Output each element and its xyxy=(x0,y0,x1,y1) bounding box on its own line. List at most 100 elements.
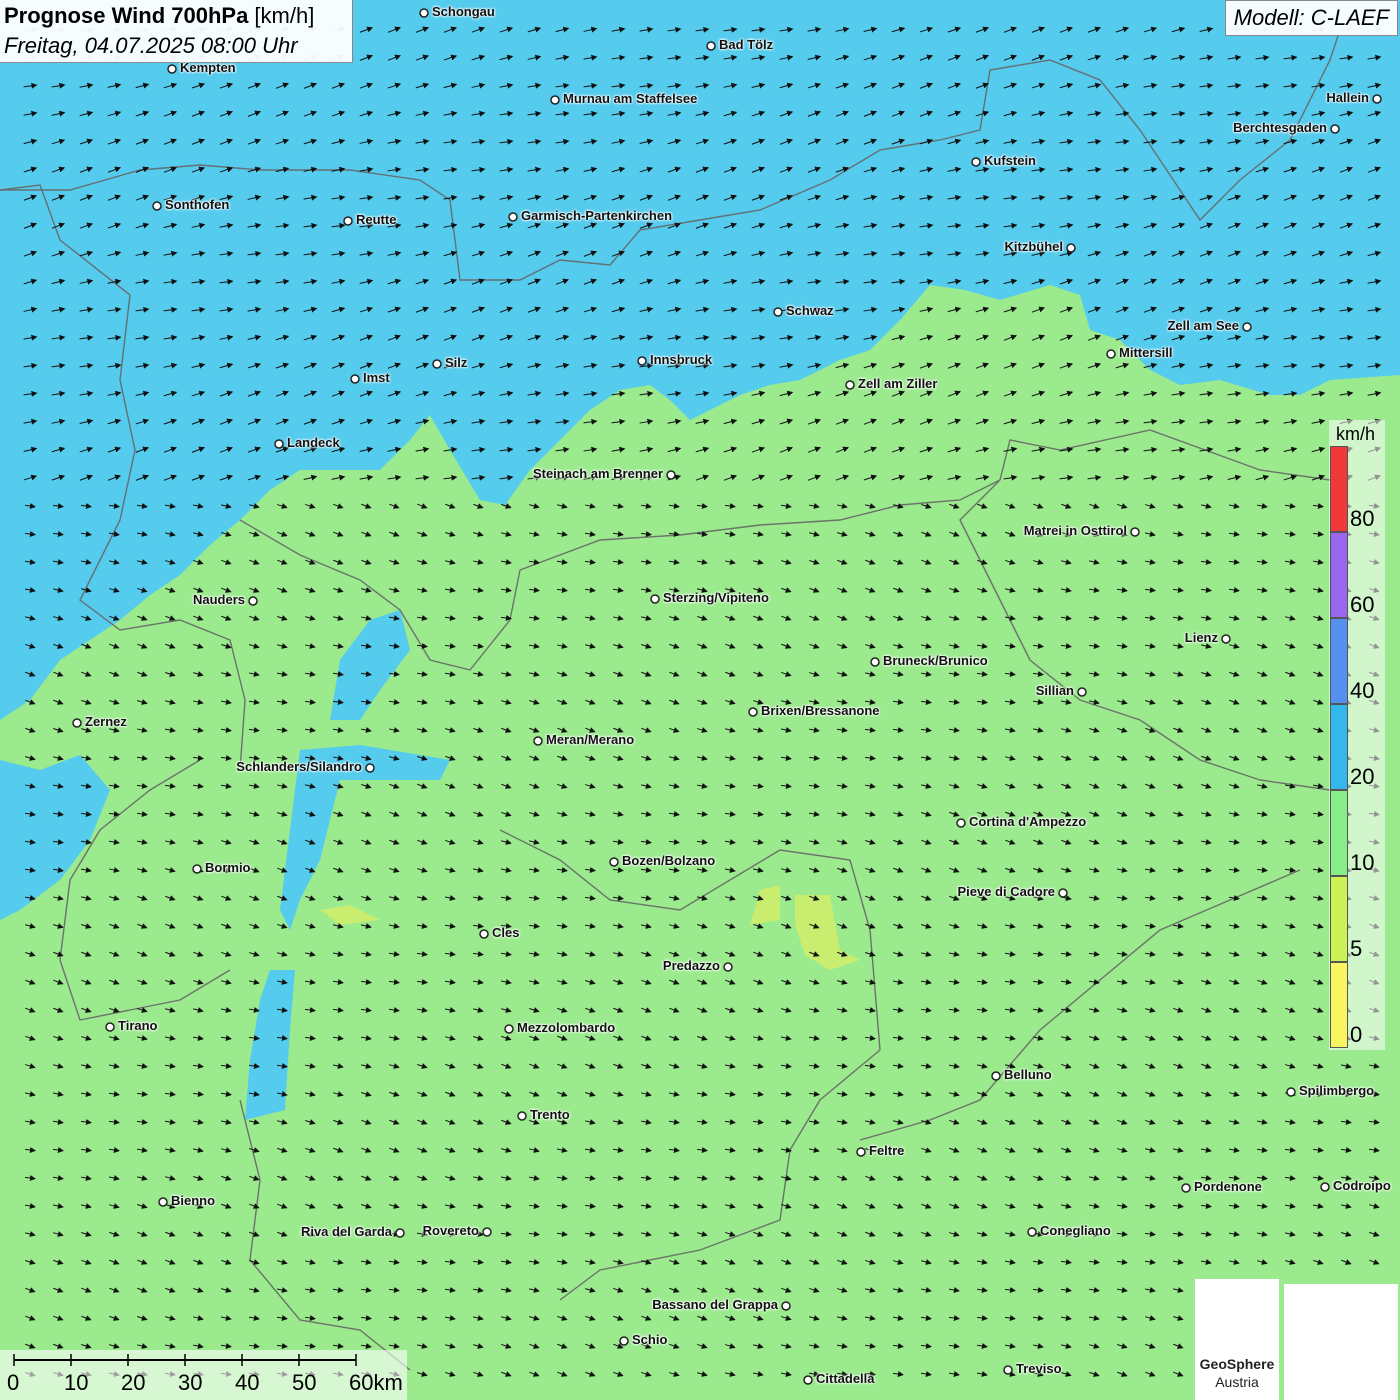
city-marker xyxy=(748,707,758,717)
city-label: Bozen/Bolzano xyxy=(622,853,716,868)
legend-label: 40 xyxy=(1350,678,1375,703)
city-label: Bienno xyxy=(171,1193,216,1208)
city-label: Bruneck/Brunico xyxy=(883,653,988,668)
scale-label: 40 xyxy=(235,1370,260,1395)
city-label: Sterzing/Vipiteno xyxy=(663,590,769,605)
scale-label: 60km xyxy=(349,1370,403,1395)
city-marker xyxy=(1003,1365,1013,1375)
city-marker xyxy=(1320,1182,1330,1192)
legend-label: 0 xyxy=(1350,1022,1363,1047)
city-label: Mezzolombardo xyxy=(517,1020,616,1035)
city-label: Cittadella xyxy=(816,1371,875,1386)
city-marker xyxy=(956,818,966,828)
city-marker xyxy=(192,864,202,874)
legend-label: 60 xyxy=(1350,592,1375,617)
city-marker xyxy=(343,216,353,226)
city-label: Nauders xyxy=(192,592,245,607)
scale-bar-ticks xyxy=(13,1354,357,1366)
city-marker xyxy=(870,657,880,667)
city-label: Schwaz xyxy=(786,303,834,318)
city-label: Feltre xyxy=(869,1143,905,1158)
city-label: Schio xyxy=(632,1332,668,1347)
city-label: Treviso xyxy=(1016,1361,1062,1376)
legend-swatch xyxy=(1330,704,1348,790)
city-marker xyxy=(1221,634,1231,644)
map-title: Prognose Wind 700hPa [km/h] xyxy=(4,3,315,28)
city-label: Pordenone xyxy=(1194,1179,1262,1194)
city-marker xyxy=(533,736,543,746)
city-marker xyxy=(158,1197,168,1207)
city-marker xyxy=(482,1227,492,1237)
city-marker xyxy=(637,356,647,366)
city-marker xyxy=(479,929,489,939)
title-box: Prognose Wind 700hPa [km/h] Freitag, 04.… xyxy=(0,0,353,63)
city-label: Hallein xyxy=(1326,90,1369,105)
city-marker xyxy=(72,718,82,728)
city-marker xyxy=(706,41,716,51)
legend-label: 80 xyxy=(1350,506,1375,531)
city-marker xyxy=(1181,1183,1191,1193)
legend-swatch xyxy=(1330,790,1348,876)
city-label: Conegliano xyxy=(1040,1223,1111,1238)
city-marker xyxy=(781,1301,791,1311)
city-label: Matrei in Osttirol xyxy=(1023,523,1127,538)
legend-swatch xyxy=(1330,532,1348,618)
city-label: Kitzbühel xyxy=(1004,239,1064,254)
city-marker xyxy=(248,596,258,606)
city-label: Belluno xyxy=(1004,1067,1052,1082)
city-marker xyxy=(105,1022,115,1032)
legend-label: 20 xyxy=(1350,764,1375,789)
city-marker xyxy=(1077,687,1087,697)
legend-swatch xyxy=(1330,876,1348,962)
city-label: Silz xyxy=(445,355,468,370)
city-label: Berchtesgaden xyxy=(1233,120,1327,135)
city-marker xyxy=(1372,94,1382,104)
city-marker xyxy=(991,1071,1001,1081)
city-marker xyxy=(619,1336,629,1346)
city-marker xyxy=(845,380,855,390)
city-marker xyxy=(1330,124,1340,134)
city-marker xyxy=(350,374,360,384)
city-label: Sonthofen xyxy=(165,197,230,212)
scale-label: 0 xyxy=(7,1370,20,1395)
city-label: Kufstein xyxy=(984,153,1036,168)
legend-swatch xyxy=(1330,618,1348,704)
city-label: Reutte xyxy=(356,212,397,227)
city-marker xyxy=(504,1024,514,1034)
city-label: Steinach am Brenner xyxy=(532,466,663,481)
city-label: Bormio xyxy=(205,860,251,875)
city-label: Garmisch-Partenkirchen xyxy=(521,208,673,223)
city-label: Zell am Ziller xyxy=(858,376,938,391)
city-marker xyxy=(517,1111,527,1121)
map-subtitle: Freitag, 04.07.2025 08:00 Uhr xyxy=(4,33,298,58)
logo-sub: Austria xyxy=(1215,1374,1259,1390)
city-marker xyxy=(395,1228,405,1238)
city-label: Spilimbergo xyxy=(1299,1083,1375,1098)
legend-swatch xyxy=(1330,962,1348,1048)
city-marker xyxy=(1058,888,1068,898)
city-marker xyxy=(365,763,375,773)
city-label: Brixen/Bressanone xyxy=(761,703,880,718)
city-marker xyxy=(432,359,442,369)
city-marker xyxy=(1027,1227,1037,1237)
city-marker xyxy=(419,8,429,18)
city-label: Schlanders/Silandro xyxy=(236,759,362,774)
city-label: Tirano xyxy=(118,1018,158,1033)
model-label: Modell: C-LAEF xyxy=(1224,0,1398,36)
city-marker xyxy=(1066,243,1076,253)
scale-label: 30 xyxy=(178,1370,203,1395)
city-label: Meran/Merano xyxy=(546,732,635,747)
city-marker xyxy=(550,95,560,105)
scale-label: 50 xyxy=(292,1370,317,1395)
city-label: Bassano del Grappa xyxy=(652,1297,778,1312)
city-marker xyxy=(152,201,162,211)
city-label: Riva del Garda xyxy=(300,1224,392,1239)
city-marker xyxy=(274,439,284,449)
app-logo[interactable] xyxy=(1284,1284,1398,1400)
city-label: Kempten xyxy=(180,60,236,75)
city-label: Cles xyxy=(492,925,520,940)
legend-label: 5 xyxy=(1350,936,1363,961)
legend-unit: km/h xyxy=(1336,424,1376,444)
city-marker xyxy=(1106,349,1116,359)
city-marker xyxy=(723,962,733,972)
